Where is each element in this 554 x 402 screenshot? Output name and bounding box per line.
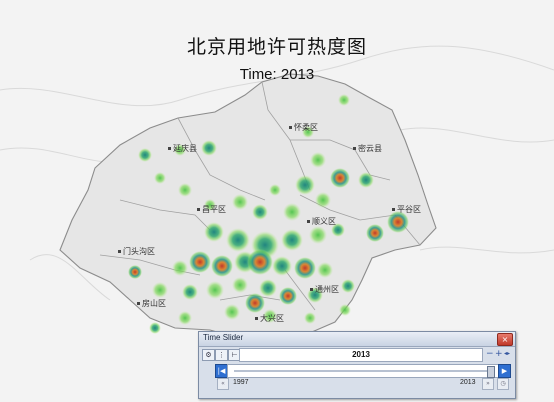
district-label-pinggu: 平谷区 [392,204,421,215]
place-marker-icon [307,220,310,223]
options-icon: ⚙ [205,351,212,359]
options-button[interactable]: ⚙ [202,349,215,361]
time-window-button[interactable]: ⋮ [215,349,228,361]
time-slider-title: Time Slider [203,333,244,342]
playback-settings-button[interactable]: ◷ [497,378,509,390]
place-marker-icon [168,147,171,150]
district-label-fangshan: 房山区 [137,298,166,309]
time-slider-window: Time Slider × ⚙ ⋮ ⊢ 2013 − + ◂▸ |◀ ▶ « 1… [198,331,516,399]
play-icon: ▶ [501,367,508,375]
time-slider-track-area[interactable] [227,364,499,378]
district-label-shunyi: 顺义区 [307,216,336,227]
district-label-tongzhou: 通州区 [310,284,339,295]
time-slider-thumb[interactable] [487,366,495,378]
rewind-icon: « [221,380,225,387]
time-window-icon: ⋮ [218,351,225,359]
fast-forward-icon: » [486,380,490,387]
clock-icon: ◷ [500,380,506,387]
step-forward-button[interactable]: » [482,378,494,390]
zoom-in-button[interactable]: + [495,349,503,359]
play-button[interactable]: ▶ [498,364,511,378]
full-extent-button[interactable]: ◂▸ [504,349,510,359]
district-label-huairou: 怀柔区 [289,122,318,133]
place-marker-icon [310,288,313,291]
place-marker-icon [197,208,200,211]
extent-icon: ⊢ [231,351,238,359]
place-marker-icon [353,147,356,150]
time-slider-track [234,370,490,372]
district-label-mentougou: 门头沟区 [118,246,155,257]
time-slider-titlebar[interactable]: Time Slider × [199,332,515,347]
map-subtitle: Time: 2013 [239,66,315,83]
district-label-miyun: 密云县 [353,143,382,154]
current-time-display: 2013 [239,348,483,362]
place-marker-icon [137,302,140,305]
step-back-icon: |◀ [217,367,226,375]
district-label-yanqing: 延庆县 [168,143,197,154]
place-marker-icon [289,126,292,129]
district-label-changping: 昌平区 [197,204,226,215]
map-title: 北京用地许可热度图 [186,36,367,58]
place-marker-icon [392,208,395,211]
end-time-label: 2013 [460,379,476,386]
step-back-button[interactable]: « [217,378,229,390]
zoom-out-button[interactable]: − [486,349,494,359]
close-button[interactable]: × [497,333,513,346]
place-marker-icon [255,317,258,320]
start-time-label: 1997 [233,379,249,386]
place-marker-icon [118,250,121,253]
district-label-daxing: 大兴区 [255,313,284,324]
